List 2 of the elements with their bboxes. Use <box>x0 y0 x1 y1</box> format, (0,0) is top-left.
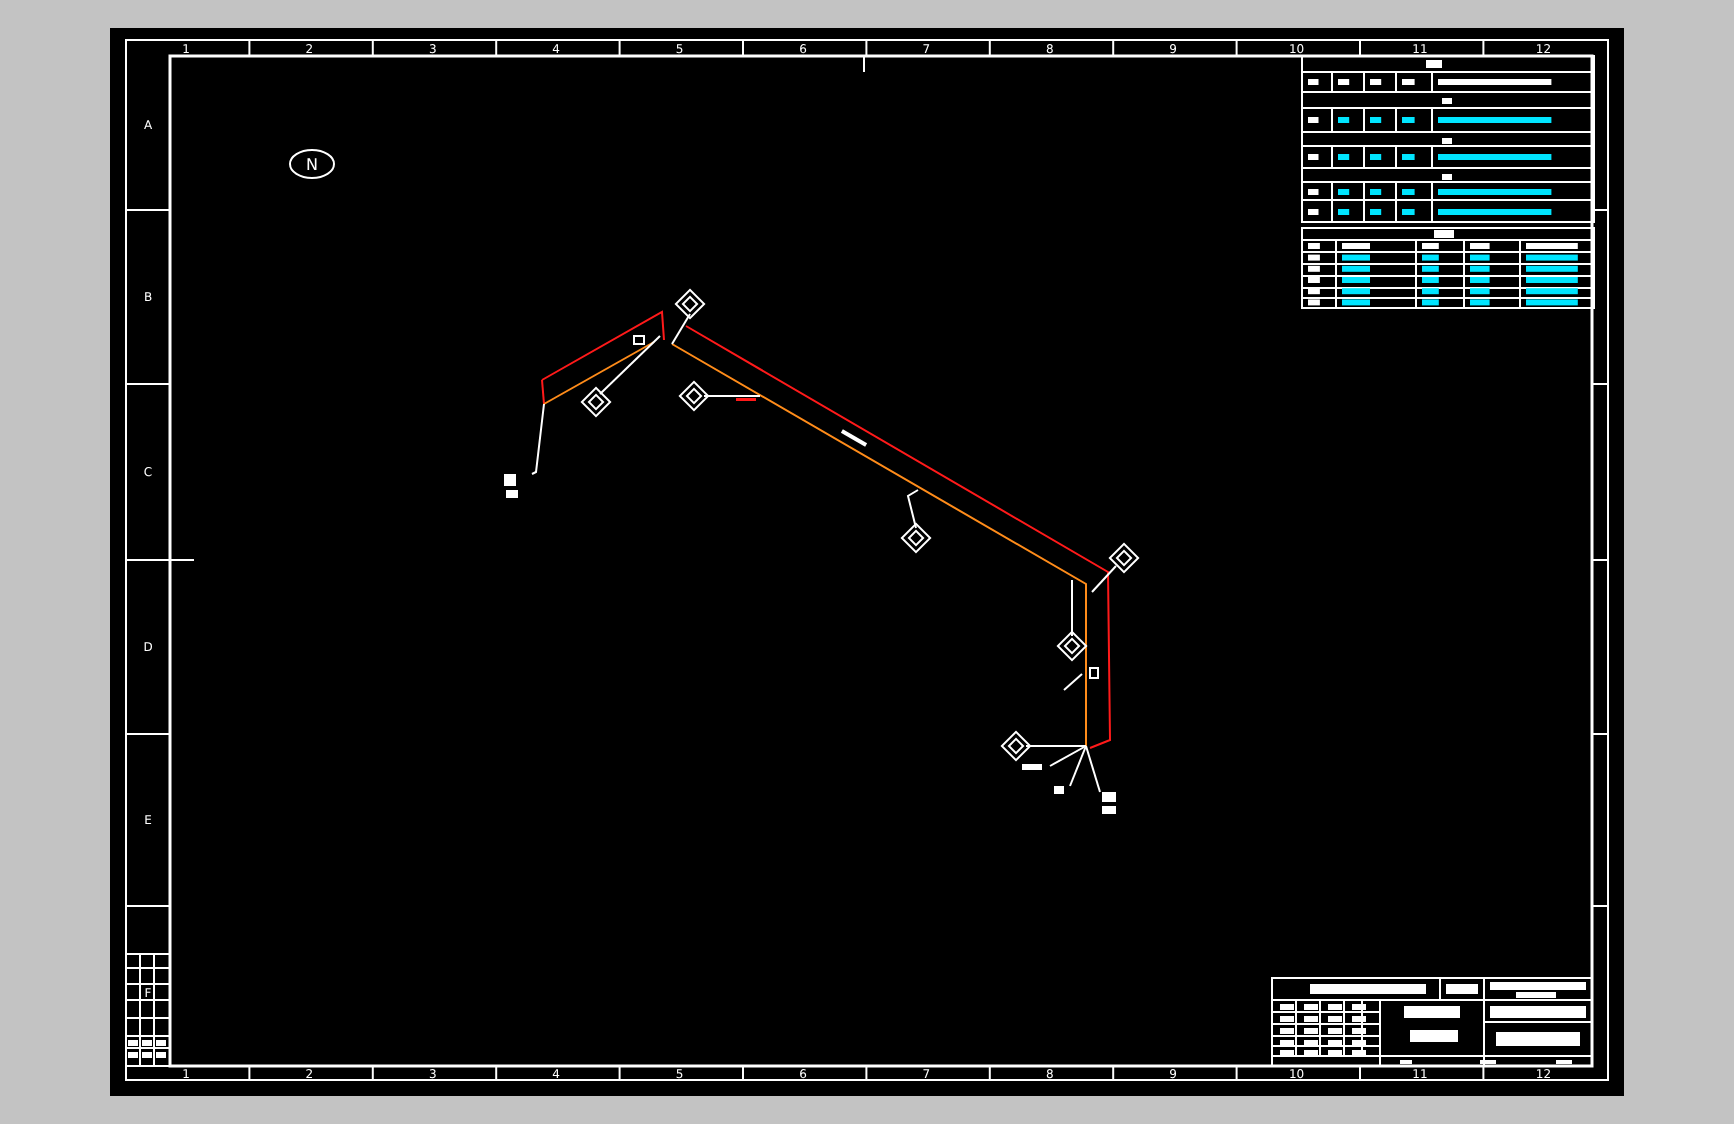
north-symbol-ellipse <box>289 149 335 179</box>
north-label: N <box>306 156 318 174</box>
